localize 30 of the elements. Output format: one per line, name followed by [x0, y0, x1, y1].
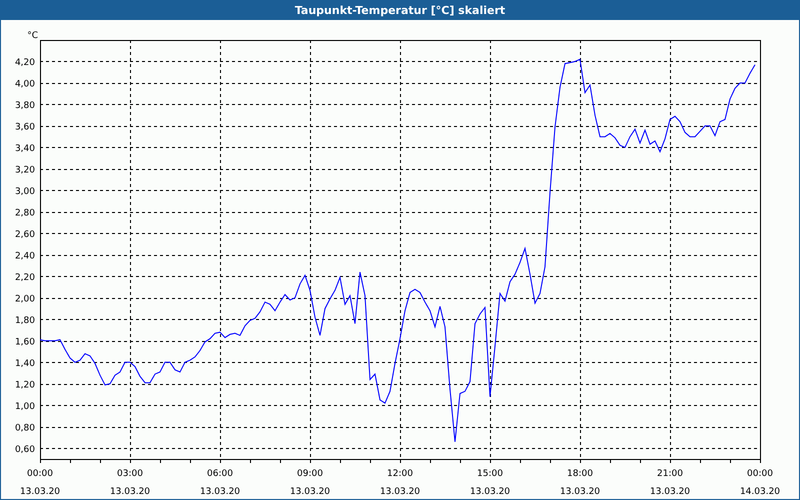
y-axis-label: 3,40: [14, 144, 35, 154]
y-axis-label: 4,00: [14, 79, 35, 90]
y-axis-label: 3,60: [14, 122, 35, 132]
y-axis-label: 2,00: [14, 294, 35, 304]
y-axis-label: 1,00: [14, 402, 35, 412]
x-axis-label: 18:00 13.03.20: [560, 469, 600, 497]
window-title: Taupunkt-Temperatur [°C] skaliert: [294, 5, 506, 16]
y-axis-label: 1,60: [14, 337, 35, 348]
y-axis-label: 0,60: [14, 444, 35, 455]
x-axis-label: 12:00 13.03.20: [380, 469, 420, 497]
y-axis-label: 1,40: [14, 358, 35, 369]
y-axis-label: 3,00: [14, 186, 35, 197]
y-axis-label: 2,80: [14, 208, 35, 218]
x-axis-label: 06:00 13.03.20: [200, 469, 240, 497]
y-axis-label: 4,20: [14, 58, 35, 68]
y-axis-label: 0,80: [14, 423, 35, 434]
y-axis-label: 1,80: [14, 316, 35, 326]
y-axis-label: 2,40: [14, 251, 35, 262]
x-axis-label: 09:00 13.03.20: [290, 469, 330, 497]
y-axis-label: 2,60: [14, 230, 35, 240]
y-axis-label: 1,20: [14, 380, 35, 390]
y-axis-unit: °C: [27, 31, 38, 41]
y-axis-label: 3,80: [14, 100, 35, 111]
y-axis-label: 2,20: [14, 272, 35, 283]
x-axis-label: 21:00 13.03.20: [650, 469, 690, 497]
x-axis-label: 00:00 13.03.20: [20, 469, 60, 497]
x-axis-label: 00:00 14.03.20: [740, 469, 780, 497]
x-axis-label: 03:00 13.03.20: [110, 469, 150, 497]
x-axis-label: 15:00 13.03.20: [470, 469, 510, 497]
y-axis-label: 3,20: [14, 165, 35, 176]
